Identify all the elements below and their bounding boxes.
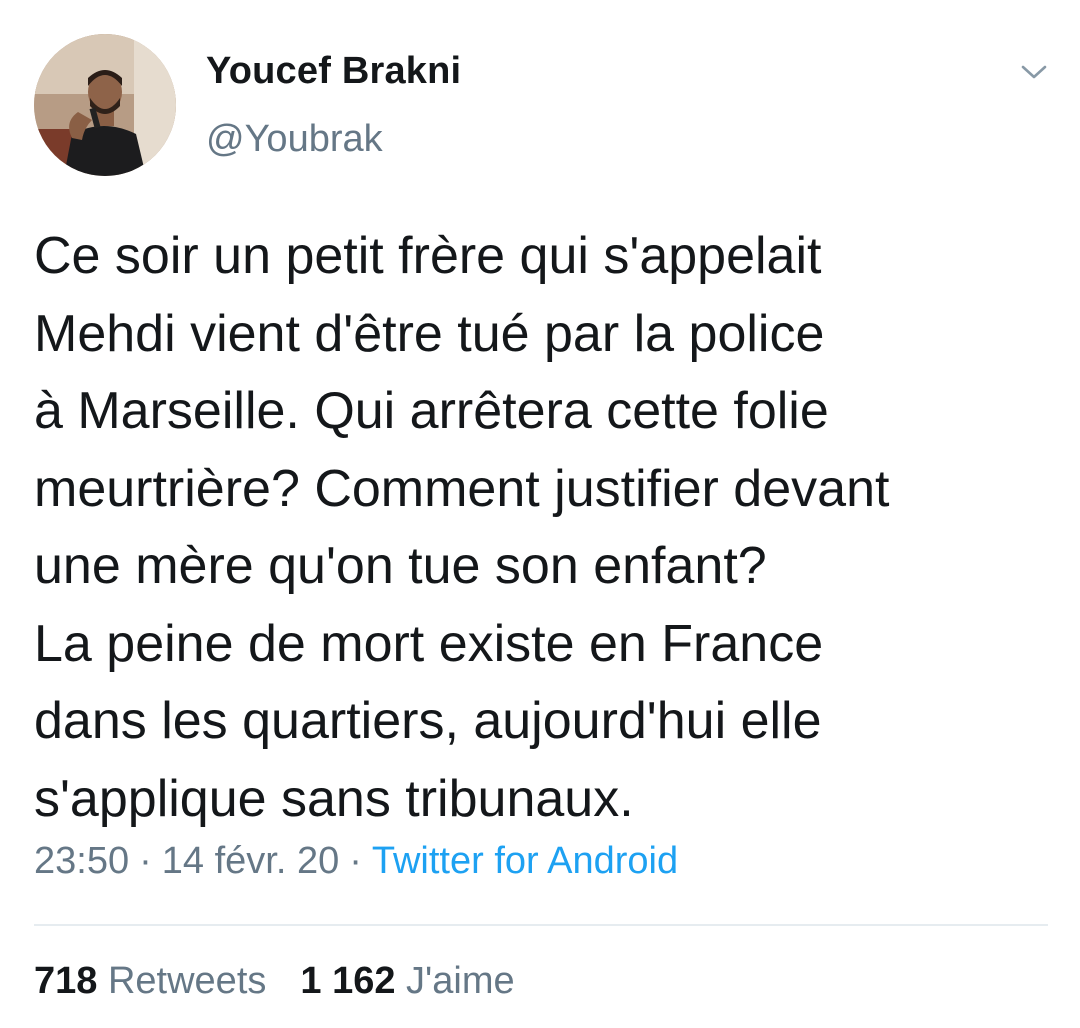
tweet-meta: 23:50 · 14 févr. 20 · Twitter for Android bbox=[34, 840, 678, 883]
likes-stat[interactable]: 1 162 J'aime bbox=[300, 960, 514, 1002]
retweets-stat[interactable]: 718 Retweets bbox=[34, 960, 266, 1002]
meta-separator: · bbox=[349, 840, 362, 882]
tweet-text-line: s'applique sans tribunaux. bbox=[34, 769, 634, 828]
likes-label: J'aime bbox=[406, 960, 515, 1002]
tweet-text: Ce soir un petit frère qui s'appelait Me… bbox=[34, 218, 1054, 838]
divider bbox=[34, 924, 1048, 926]
tweet-menu-button[interactable] bbox=[1014, 56, 1054, 88]
tweet-stats: 718 Retweets 1 162 J'aime bbox=[34, 960, 515, 1003]
tweet-text-line: La peine de mort existe en France bbox=[34, 614, 824, 673]
retweets-label: Retweets bbox=[107, 960, 267, 1002]
tweet-text-line: Ce soir un petit frère qui s'appelait bbox=[34, 227, 822, 285]
author-display-name[interactable]: Youcef Brakni bbox=[206, 50, 461, 93]
profile-photo-icon bbox=[34, 34, 176, 176]
meta-separator: · bbox=[139, 840, 152, 882]
tweet-text-line: dans les quartiers, aujourd'hui elle bbox=[34, 692, 822, 750]
tweet-text-line: Mehdi vient d'être tué par la police bbox=[34, 304, 825, 363]
tweet-date[interactable]: 14 févr. 20 bbox=[162, 840, 339, 882]
chevron-down-icon bbox=[1021, 65, 1047, 79]
tweet-text-line: une mère qu'on tue son enfant? bbox=[34, 537, 767, 595]
likes-count: 1 162 bbox=[300, 960, 396, 1002]
author-handle[interactable]: @Youbrak bbox=[206, 118, 383, 161]
tweet-text-line: meurtrière? Comment justifier devant bbox=[34, 459, 890, 518]
tweet-source-link[interactable]: Twitter for Android bbox=[372, 840, 678, 882]
tweet-text-line: à Marseille. Qui arrêtera cette folie bbox=[34, 382, 829, 440]
tweet-time[interactable]: 23:50 bbox=[34, 840, 129, 882]
avatar[interactable] bbox=[34, 34, 176, 176]
retweets-count: 718 bbox=[34, 960, 98, 1002]
